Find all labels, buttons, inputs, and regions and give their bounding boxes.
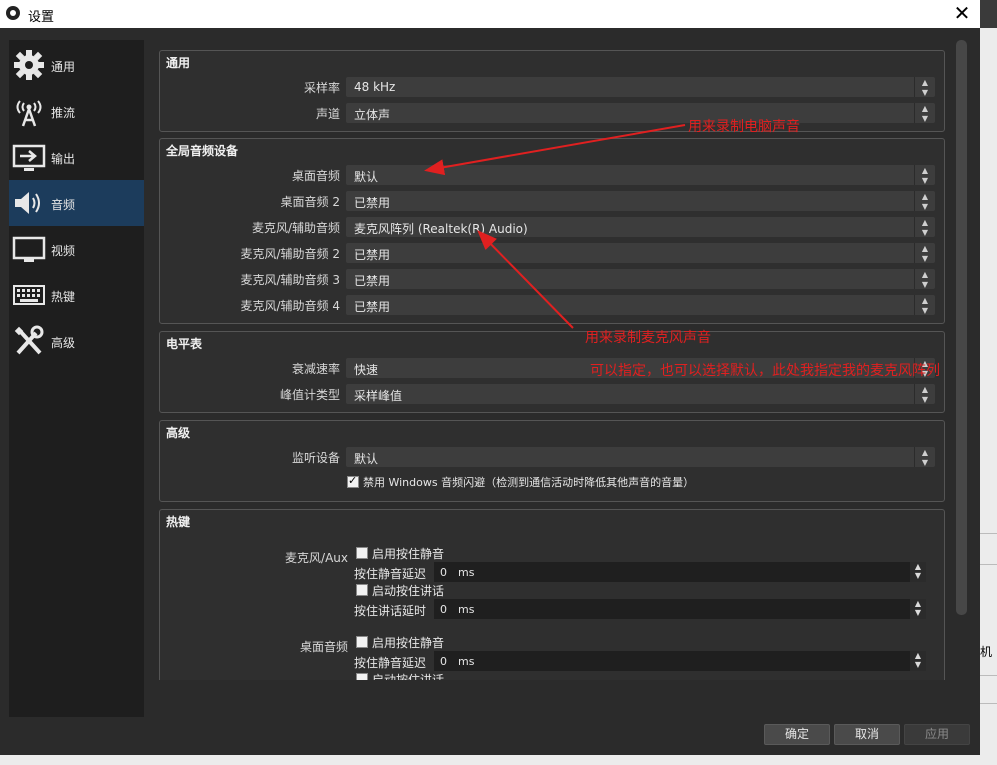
sidebar-item-label: 推流 (51, 106, 76, 120)
chevron-updown-icon: ▲ ▼ (914, 103, 935, 123)
vertical-scrollbar[interactable] (956, 40, 967, 615)
mic-mute-delay-spinbox[interactable]: 0 ms ▲ ▼ (434, 562, 926, 582)
mic-push-to-mute-checkbox[interactable] (356, 547, 368, 559)
sidebar-item-advanced[interactable]: 高级 (9, 318, 144, 364)
mic-aux-3-select[interactable]: 已禁用 ▲ ▼ (346, 269, 935, 289)
desktop-mute-delay-spinbox[interactable]: 0 ms ▲ ▼ (434, 651, 926, 671)
spinner-arrows-icon: ▲ ▼ (910, 651, 926, 671)
chevron-updown-icon: ▲ ▼ (914, 77, 935, 97)
chevron-updown-icon: ▲ ▼ (914, 447, 935, 467)
mic-talk-delay-spinbox[interactable]: 0 ms ▲ ▼ (434, 599, 926, 619)
close-icon[interactable]: ✕ (950, 2, 974, 26)
desktop-audio-2-select[interactable]: 已禁用 ▲ ▼ (346, 191, 935, 211)
spinner-arrows-icon: ▲ ▼ (910, 599, 926, 619)
mic-push-to-talk-checkbox[interactable] (356, 584, 368, 596)
spinner-arrows-icon: ▲ ▼ (910, 562, 926, 582)
sidebar-item-label: 音频 (51, 198, 76, 212)
mic-aux-2-select[interactable]: 已禁用 ▲ ▼ (346, 243, 935, 263)
hotkey-source-label: 麦克风/Aux (285, 551, 348, 565)
monitoring-device-label: 监听设备 (291, 451, 340, 465)
peak-meter-label: 峰值计类型 (279, 388, 340, 402)
sidebar-item-stream[interactable]: 推流 (9, 88, 144, 134)
chevron-updown-icon: ▲ ▼ (914, 191, 935, 211)
device-label: 桌面音频 2 (280, 195, 340, 209)
talk-delay-label: 按住讲话延时 (354, 604, 427, 618)
channels-select[interactable]: 立体声 ▲ ▼ (346, 103, 935, 123)
sidebar-item-general[interactable]: 通用 (9, 42, 144, 88)
desktop-audio-select[interactable]: 默认 ▲ ▼ (346, 165, 935, 185)
general-group: 通用 采样率 48 kHz ▲ ▼ 声道 立体声 ▲ ▼ (159, 50, 945, 132)
background-text-fragment: 机 (980, 645, 993, 659)
group-title: 热键 (166, 515, 191, 529)
group-title: 高级 (166, 426, 191, 440)
chevron-updown-icon: ▲ ▼ (914, 269, 935, 289)
mic-aux-select[interactable]: 麦克风阵列 (Realtek(R) Audio) ▲ ▼ (346, 217, 935, 237)
device-label: 桌面音频 (291, 169, 340, 183)
sidebar-item-video[interactable]: 视频 (9, 226, 144, 272)
output-icon (12, 144, 46, 171)
hotkey-source-label: 桌面音频 (299, 640, 348, 654)
ok-button[interactable]: 确定 (764, 724, 830, 745)
hotkeys-group: 热键 麦克风/Aux 启用按住静音 按住静音延迟 0 ms ▲ ▼ 启动按住讲话 … (159, 509, 945, 680)
disable-ducking-label: 禁用 Windows 音频闪避（检测到通信活动时降低其他声音的音量） (363, 476, 695, 489)
gear-icon (14, 50, 44, 80)
sidebar-item-label: 高级 (51, 336, 76, 350)
sample-rate-label: 采样率 (303, 81, 340, 95)
sidebar-item-hotkeys[interactable]: 热键 (9, 272, 144, 318)
device-label: 麦克风/辅助音频 (251, 221, 340, 235)
tools-icon (14, 325, 44, 355)
channels-label: 声道 (315, 107, 340, 121)
checkbox-label: 启用按住静音 (372, 636, 445, 650)
peak-meter-select[interactable]: 采样峰值 ▲ ▼ (346, 384, 935, 404)
desktop-push-to-mute-checkbox[interactable] (356, 636, 368, 648)
chevron-updown-icon: ▲ ▼ (914, 165, 935, 185)
device-label: 麦克风/辅助音频 2 (240, 247, 341, 261)
checkbox-label: 启动按住讲话 (372, 673, 445, 680)
decay-rate-label: 衰减速率 (291, 362, 340, 376)
disable-ducking-checkbox[interactable] (347, 474, 359, 488)
chevron-updown-icon: ▲ ▼ (914, 217, 935, 237)
mic-aux-4-select[interactable]: 已禁用 ▲ ▼ (346, 295, 935, 315)
sample-rate-select[interactable]: 48 kHz ▲ ▼ (346, 77, 935, 97)
annotation-mic-note-detail: 可以指定，也可以选择默认，此处我指定我的麦克风阵列 (590, 363, 940, 379)
background-window-strip: 机 (980, 28, 997, 765)
monitoring-device-select[interactable]: 默认 ▲ ▼ (346, 447, 935, 467)
checkbox-label: 启动按住讲话 (372, 584, 445, 598)
device-label: 麦克风/辅助音频 3 (240, 273, 341, 287)
sidebar-item-output[interactable]: 输出 (9, 134, 144, 180)
checkbox-label: 启用按住静音 (372, 547, 445, 561)
apply-button[interactable]: 应用 (904, 724, 970, 745)
monitor-icon (12, 236, 46, 262)
advanced-group: 高级 监听设备 默认 ▲▼ 禁用 Windows 音频闪避（检测到通信活动时降低… (159, 420, 945, 502)
annotation-mic-note: 用来录制麦克风声音 (585, 330, 711, 346)
group-title: 电平表 (166, 337, 203, 351)
chevron-updown-icon: ▲ ▼ (914, 243, 935, 263)
global-audio-devices-group: 全局音频设备 桌面音频 默认 ▲ ▼ 桌面音频 2 已禁用 ▲ ▼ 麦克风/辅助音频… (159, 138, 945, 324)
group-title: 通用 (166, 56, 191, 70)
keyboard-icon (13, 285, 45, 305)
sidebar-item-label: 视频 (51, 244, 76, 258)
cancel-button[interactable]: 取消 (834, 724, 900, 745)
desktop-push-to-talk-checkbox[interactable] (356, 673, 368, 680)
sidebar-item-label: 通用 (51, 60, 76, 74)
mute-delay-label: 按住静音延迟 (354, 656, 427, 670)
sidebar-item-label: 热键 (51, 290, 76, 304)
speaker-icon (15, 192, 40, 214)
sidebar-item-label: 输出 (51, 152, 76, 166)
chevron-updown-icon: ▲ ▼ (914, 384, 935, 404)
background-bottom-strip (0, 755, 997, 765)
sidebar-item-audio[interactable]: 音频 (9, 180, 144, 226)
broadcast-icon (16, 100, 42, 127)
device-label: 麦克风/辅助音频 4 (240, 299, 341, 313)
annotation-desktop-note: 用来录制电脑声音 (688, 119, 800, 135)
mute-delay-label: 按住静音延迟 (354, 567, 427, 581)
chevron-updown-icon: ▲ ▼ (914, 295, 935, 315)
title-bar: 设置 ✕ (0, 0, 980, 28)
group-title: 全局音频设备 (166, 144, 239, 158)
obs-logo-icon (6, 6, 20, 20)
window-title: 设置 (28, 10, 55, 25)
settings-sidebar: 通用 推流 输出 音频 视频 热键 高级 (9, 40, 144, 717)
